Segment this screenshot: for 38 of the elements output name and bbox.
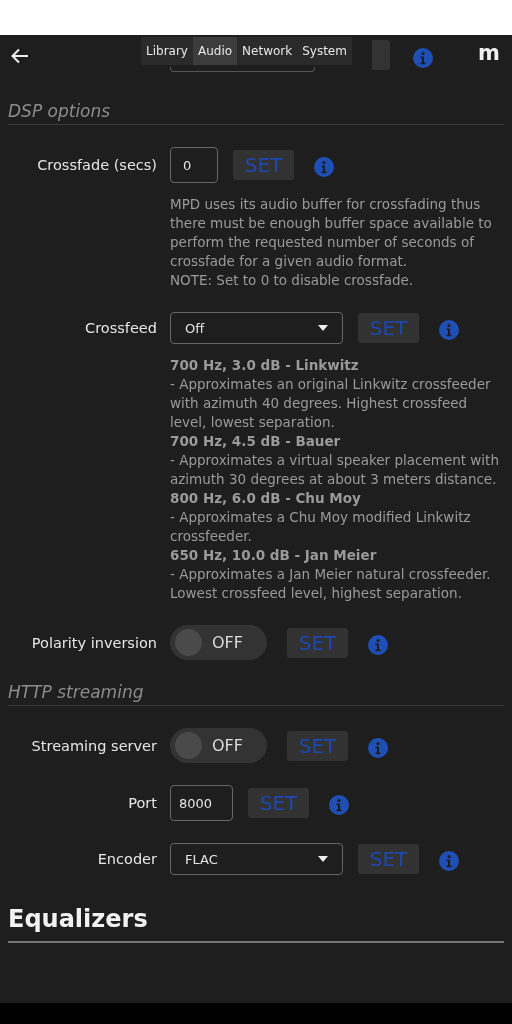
help-text: 800 Hz, 6.0 dB - Chu Moy bbox=[170, 489, 362, 508]
caret-icon bbox=[318, 325, 328, 331]
setting-label: Encoder bbox=[96, 851, 157, 867]
app-logo: m bbox=[478, 41, 501, 65]
help-text: MPD uses its audio buffer for crossfading thus there must be enough buffer space available to perform the requested number of seconds of crossfade for a given audio format. bbox=[170, 195, 493, 271]
help-text: - Approximates a virtual speaker placement with azimuth 30 degrees at about 3 meters distance. bbox=[170, 451, 500, 489]
help-text: 700 Hz, 4.5 dB - Bauer bbox=[170, 432, 342, 451]
help-text: - Approximates an original Linkwitz crossfeeder with azimuth 40 degrees. Highest crossfeed level, lowest separation. bbox=[170, 375, 492, 432]
help-text: - Approximates a Chu Moy modified Linkwitz crossfeeder. bbox=[170, 508, 472, 546]
section-heading: DSP options bbox=[8, 101, 504, 125]
info-icon[interactable] bbox=[439, 320, 459, 340]
setting-label: Polarity inversion bbox=[30, 634, 157, 651]
help-text: 650 Hz, 10.0 dB - Jan Meier bbox=[170, 546, 378, 565]
setting-label: Crossfade (secs) bbox=[36, 157, 157, 173]
info-icon[interactable] bbox=[368, 634, 388, 655]
help-text: NOTE: Set to 0 to disable crossfade. bbox=[170, 271, 415, 290]
info-icon[interactable] bbox=[329, 795, 349, 815]
setting-label: Streaming server bbox=[30, 737, 157, 754]
setting-label: Crossfeed bbox=[84, 320, 157, 336]
dropdown[interactable]: FLAC bbox=[170, 843, 343, 875]
toggle-switch[interactable]: OFF bbox=[170, 728, 267, 763]
caret-icon bbox=[318, 856, 328, 862]
help-text: - Approximates a Jan Meier natural crossfeeder. Lowest crossfeed level, highest separation. bbox=[170, 565, 492, 603]
number-field[interactable]: 8000 bbox=[170, 785, 233, 821]
info-icon[interactable] bbox=[439, 851, 459, 871]
input-field[interactable] bbox=[170, 67, 315, 72]
setting-label: Port bbox=[127, 795, 157, 811]
number-field[interactable]: 0 bbox=[170, 147, 218, 183]
back-arrow-icon[interactable] bbox=[10, 46, 30, 66]
section-heading: HTTP streaming bbox=[8, 682, 504, 706]
toggle-switch[interactable]: OFF bbox=[170, 625, 267, 660]
nav-tab[interactable]: Audio bbox=[192, 37, 238, 65]
info-icon[interactable] bbox=[413, 48, 433, 68]
info-icon[interactable] bbox=[314, 157, 334, 177]
info-icon[interactable] bbox=[368, 737, 388, 758]
help-text: 700 Hz, 3.0 dB - Linkwitz bbox=[170, 356, 360, 375]
dropdown[interactable]: Off bbox=[170, 312, 343, 344]
section-title: Equalizers bbox=[8, 905, 504, 943]
